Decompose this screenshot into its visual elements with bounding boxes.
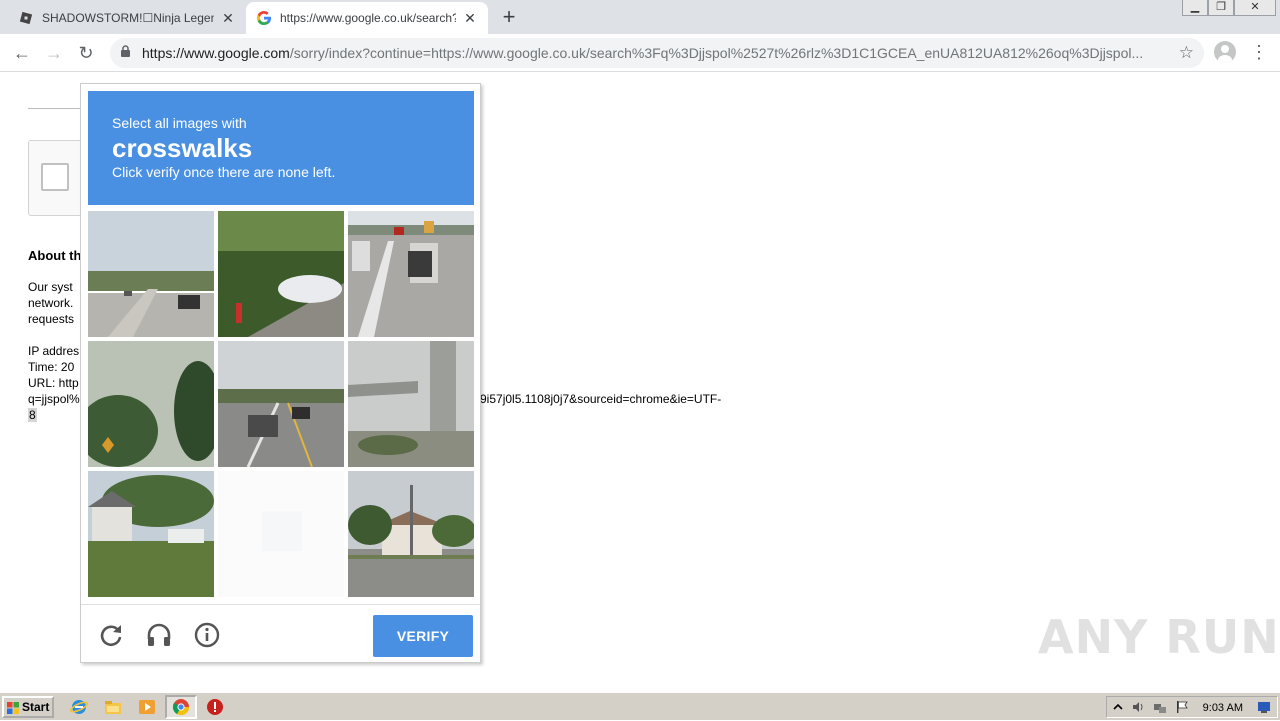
chrome-taskbar-button[interactable] bbox=[165, 695, 197, 719]
body-line: requests bbox=[28, 312, 75, 326]
forward-icon[interactable]: → bbox=[42, 41, 66, 65]
network-icon[interactable] bbox=[1153, 700, 1167, 714]
info-icon[interactable] bbox=[193, 621, 221, 649]
challenge-footer: VERIFY bbox=[81, 604, 480, 662]
close-window-icon[interactable]: ✕ bbox=[1234, 0, 1276, 16]
challenge-instruction: Click verify once there are none left. bbox=[112, 164, 336, 180]
tab-google[interactable]: https://www.google.co.uk/search?q ✕ bbox=[246, 2, 488, 34]
challenge-target: crosswalks bbox=[112, 133, 253, 163]
window-controls: ▁ ❐ ✕ bbox=[1182, 0, 1276, 18]
body-line: network. bbox=[28, 296, 74, 310]
recaptcha-checkbox[interactable] bbox=[41, 163, 69, 191]
image-tile-4[interactable] bbox=[88, 341, 214, 467]
minimize-icon[interactable]: ▁ bbox=[1182, 0, 1208, 16]
profile-avatar-icon[interactable] bbox=[1214, 41, 1236, 63]
media-player-icon[interactable] bbox=[138, 698, 156, 716]
verify-button[interactable]: VERIFY bbox=[373, 615, 473, 657]
clock: 9:03 AM bbox=[1202, 702, 1243, 714]
tab-title: SHADOWSTORM!☐Ninja Legends - R bbox=[42, 11, 214, 25]
audio-challenge-icon[interactable] bbox=[145, 621, 173, 649]
bookmark-star-icon[interactable]: ☆ bbox=[1178, 43, 1194, 63]
image-grid bbox=[88, 211, 474, 597]
kebab-menu-icon[interactable]: ⋮ bbox=[1250, 41, 1268, 65]
start-label: Start bbox=[22, 700, 50, 714]
roblox-icon bbox=[18, 10, 34, 26]
ip-line: IP addres bbox=[28, 344, 80, 358]
stop-app-icon[interactable] bbox=[206, 698, 224, 716]
anyrun-watermark: ANY RUN bbox=[1038, 610, 1280, 664]
tab-title: https://www.google.co.uk/search?q bbox=[280, 11, 456, 25]
image-tile-3[interactable] bbox=[348, 211, 474, 337]
about-heading: About th bbox=[28, 248, 82, 263]
close-icon[interactable]: ✕ bbox=[462, 10, 478, 26]
image-tile-8[interactable] bbox=[218, 471, 344, 597]
close-icon[interactable]: ✕ bbox=[220, 10, 236, 26]
reload-challenge-icon[interactable] bbox=[97, 621, 125, 649]
image-tile-7[interactable] bbox=[88, 471, 214, 597]
address-bar[interactable]: https://www.google.com/sorry/index?conti… bbox=[110, 38, 1204, 68]
reload-icon[interactable]: ↻ bbox=[74, 41, 98, 65]
new-tab-button[interactable]: + bbox=[498, 6, 520, 29]
tab-roblox[interactable]: SHADOWSTORM!☐Ninja Legends - R ✕ bbox=[8, 2, 246, 34]
time-line: Time: 20 bbox=[28, 360, 75, 374]
browser-toolbar: ← → ↻ https://www.google.com/sorry/index… bbox=[0, 34, 1280, 72]
query-line: q=jjspol% bbox=[28, 392, 80, 406]
lock-icon bbox=[120, 45, 134, 61]
restore-icon[interactable]: ❐ bbox=[1208, 0, 1234, 16]
url-tail-text: 9i57j0l5.1108j0j7&sourceid=chrome&ie=UTF… bbox=[480, 392, 722, 406]
url-line: URL: http bbox=[28, 376, 79, 390]
internet-explorer-icon[interactable] bbox=[69, 698, 89, 716]
tray-expand-icon[interactable] bbox=[1111, 700, 1125, 714]
divider bbox=[28, 108, 80, 109]
back-icon[interactable]: ← bbox=[10, 41, 34, 65]
challenge-header: Select all images with crosswalks Click … bbox=[88, 91, 474, 205]
url-path: /sorry/index?continue=https://www.google… bbox=[289, 45, 1144, 61]
image-tile-6[interactable] bbox=[348, 341, 474, 467]
image-tile-9[interactable] bbox=[348, 471, 474, 597]
volume-icon[interactable] bbox=[1131, 700, 1145, 714]
image-tile-5[interactable] bbox=[218, 341, 344, 467]
action-center-flag-icon[interactable] bbox=[1175, 700, 1189, 714]
url-host: https://www.google.com bbox=[142, 45, 290, 61]
url-last-char: 8 bbox=[28, 408, 37, 422]
tab-strip: SHADOWSTORM!☐Ninja Legends - R ✕ https:/… bbox=[0, 0, 1280, 34]
recaptcha-widget bbox=[28, 140, 88, 216]
captcha-challenge: Select all images with crosswalks Click … bbox=[80, 83, 481, 663]
system-tray: 9:03 AM bbox=[1106, 696, 1278, 718]
challenge-prompt: Select all images with bbox=[112, 115, 247, 131]
start-button[interactable]: Start bbox=[2, 696, 54, 718]
show-desktop-icon[interactable] bbox=[1257, 700, 1271, 714]
windows-flag-icon bbox=[7, 701, 19, 714]
body-line: Our syst bbox=[28, 280, 73, 294]
image-tile-2[interactable] bbox=[218, 211, 344, 337]
file-explorer-icon[interactable] bbox=[104, 698, 122, 716]
windows-taskbar: Start 9:03 AM bbox=[0, 692, 1280, 720]
google-g-icon bbox=[256, 10, 272, 26]
image-tile-1[interactable] bbox=[88, 211, 214, 337]
